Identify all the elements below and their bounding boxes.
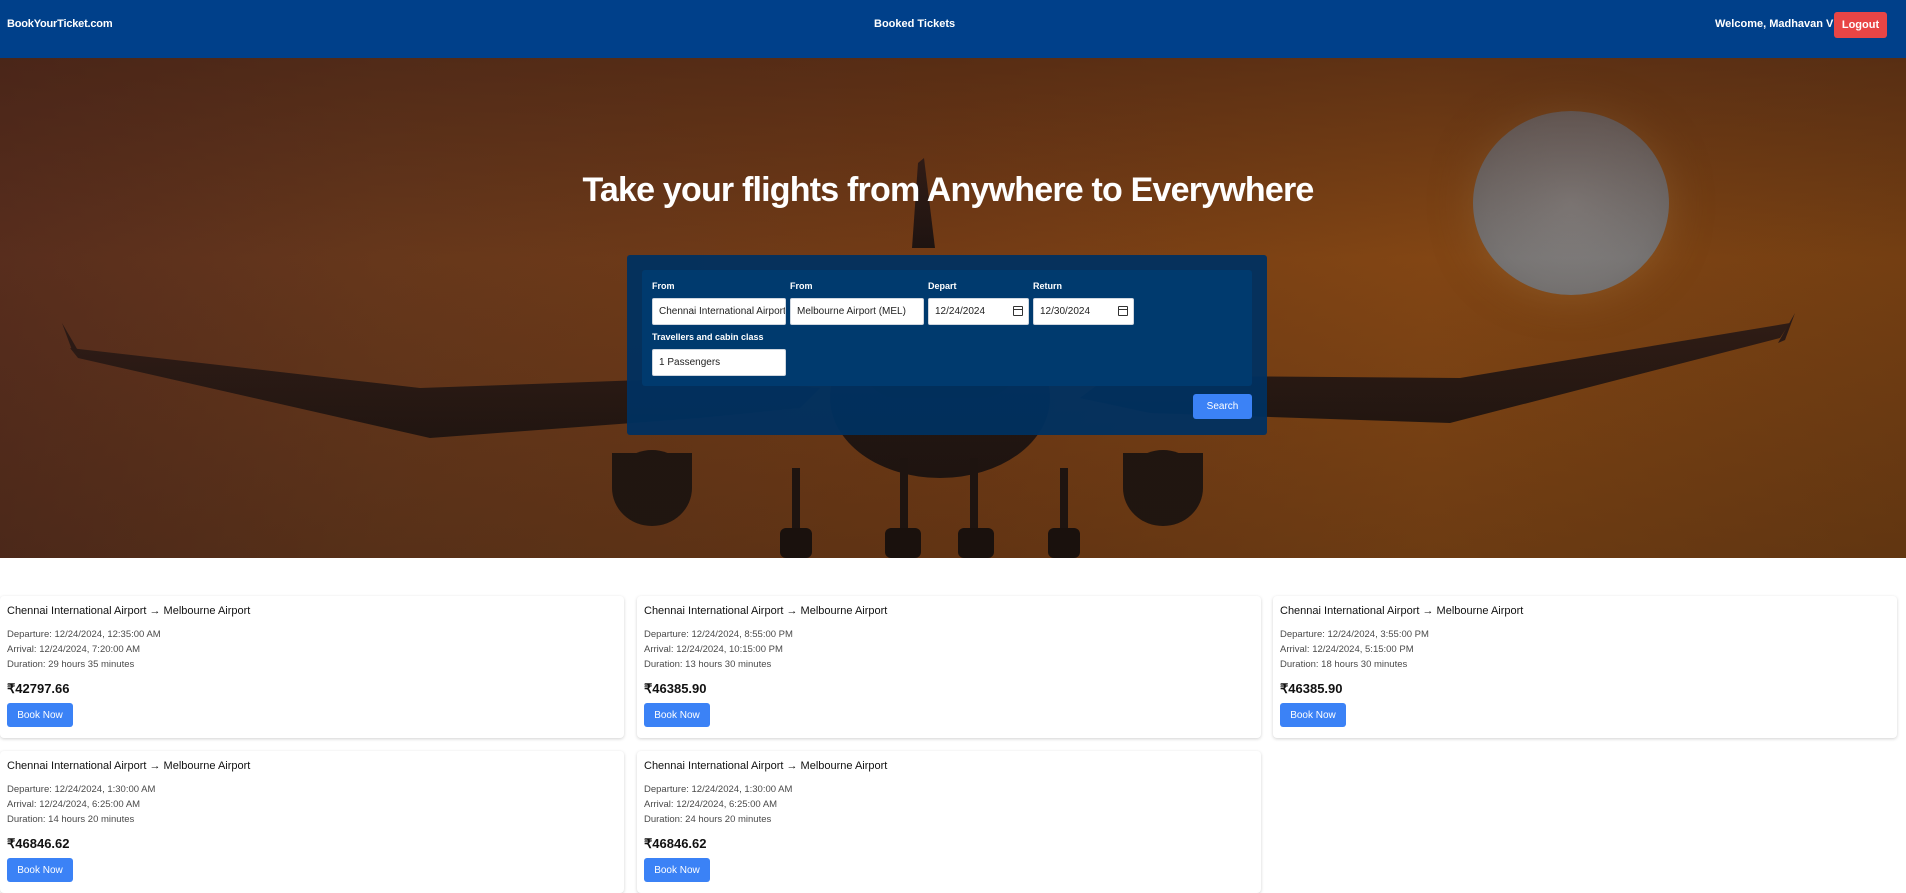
- flight-price: ₹46846.62: [7, 836, 70, 851]
- departure-time: Departure: 12/24/2024, 1:30:00 AM: [7, 784, 156, 795]
- flight-result-card: Chennai International Airport → Melbourn…: [1273, 596, 1897, 738]
- flight-result-card: Chennai International Airport → Melbourn…: [637, 596, 1261, 738]
- flight-result-card: Chennai International Airport → Melbourn…: [0, 751, 624, 893]
- departure-time: Departure: 12/24/2024, 12:35:00 AM: [7, 629, 161, 640]
- book-now-button[interactable]: Book Now: [7, 858, 73, 882]
- departure-time: Departure: 12/24/2024, 1:30:00 AM: [644, 784, 793, 795]
- route-title: Chennai International Airport → Melbourn…: [644, 760, 888, 772]
- return-date-input[interactable]: 12/30/2024: [1033, 298, 1134, 325]
- book-now-button[interactable]: Book Now: [644, 858, 710, 882]
- travellers-label: Travellers and cabin class: [652, 332, 764, 342]
- arrival-time: Arrival: 12/24/2024, 5:15:00 PM: [1280, 644, 1414, 655]
- depart-date-input[interactable]: 12/24/2024: [928, 298, 1029, 325]
- to-label: From: [790, 281, 813, 291]
- hero-title: Take your flights from Anywhere to Every…: [582, 171, 1314, 209]
- flight-duration: Duration: 14 hours 20 minutes: [7, 814, 135, 825]
- book-now-button[interactable]: Book Now: [7, 703, 73, 727]
- depart-date-value: 12/24/2024: [935, 306, 986, 317]
- arrival-time: Arrival: 12/24/2024, 7:20:00 AM: [7, 644, 141, 655]
- departure-time: Departure: 12/24/2024, 8:55:00 PM: [644, 629, 793, 640]
- route-title: Chennai International Airport → Melbourn…: [7, 760, 251, 772]
- depart-label: Depart: [928, 281, 957, 291]
- search-fields-panel: From Chennai International Airport From …: [642, 270, 1252, 386]
- arrival-time: Arrival: 12/24/2024, 6:25:00 AM: [644, 799, 778, 810]
- return-date-value: 12/30/2024: [1040, 306, 1091, 317]
- book-now-button[interactable]: Book Now: [644, 703, 710, 727]
- route-title: Chennai International Airport → Melbourn…: [644, 605, 888, 617]
- book-now-button[interactable]: Book Now: [1280, 703, 1346, 727]
- route-title: Chennai International Airport → Melbourn…: [1280, 605, 1524, 617]
- travellers-input[interactable]: 1 Passengers: [652, 349, 786, 376]
- route-title: Chennai International Airport → Melbourn…: [7, 605, 251, 617]
- return-label: Return: [1033, 281, 1062, 291]
- departure-time: Departure: 12/24/2024, 3:55:00 PM: [1280, 629, 1429, 640]
- flight-duration: Duration: 29 hours 35 minutes: [7, 659, 135, 670]
- flight-duration: Duration: 24 hours 20 minutes: [644, 814, 772, 825]
- search-button[interactable]: Search: [1193, 394, 1252, 419]
- calendar-icon[interactable]: [1118, 306, 1128, 316]
- to-airport-input[interactable]: Melbourne Airport (MEL): [790, 298, 924, 325]
- welcome-user-text: Welcome, Madhavan V: [1715, 18, 1834, 30]
- flight-price: ₹42797.66: [7, 681, 70, 696]
- flight-price: ₹46385.90: [1280, 681, 1343, 696]
- flight-result-card: Chennai International Airport → Melbourn…: [637, 751, 1261, 893]
- logout-button[interactable]: Logout: [1834, 12, 1887, 38]
- from-label: From: [652, 281, 675, 291]
- flight-result-card: Chennai International Airport → Melbourn…: [0, 596, 624, 738]
- top-navbar: BookYourTicket.com Booked Tickets Welcom…: [0, 0, 1906, 58]
- flight-duration: Duration: 18 hours 30 minutes: [1280, 659, 1408, 670]
- calendar-icon[interactable]: [1013, 306, 1023, 316]
- flight-duration: Duration: 13 hours 30 minutes: [644, 659, 772, 670]
- from-airport-input[interactable]: Chennai International Airport: [652, 298, 786, 325]
- arrival-time: Arrival: 12/24/2024, 6:25:00 AM: [7, 799, 141, 810]
- hero-banner: Take your flights from Anywhere to Every…: [0, 58, 1906, 558]
- booked-tickets-link[interactable]: Booked Tickets: [874, 18, 955, 30]
- flight-search-form: From Chennai International Airport From …: [627, 255, 1267, 435]
- arrival-time: Arrival: 12/24/2024, 10:15:00 PM: [644, 644, 783, 655]
- brand-logo-link[interactable]: BookYourTicket.com: [7, 18, 113, 30]
- flight-price: ₹46385.90: [644, 681, 707, 696]
- flight-price: ₹46846.62: [644, 836, 707, 851]
